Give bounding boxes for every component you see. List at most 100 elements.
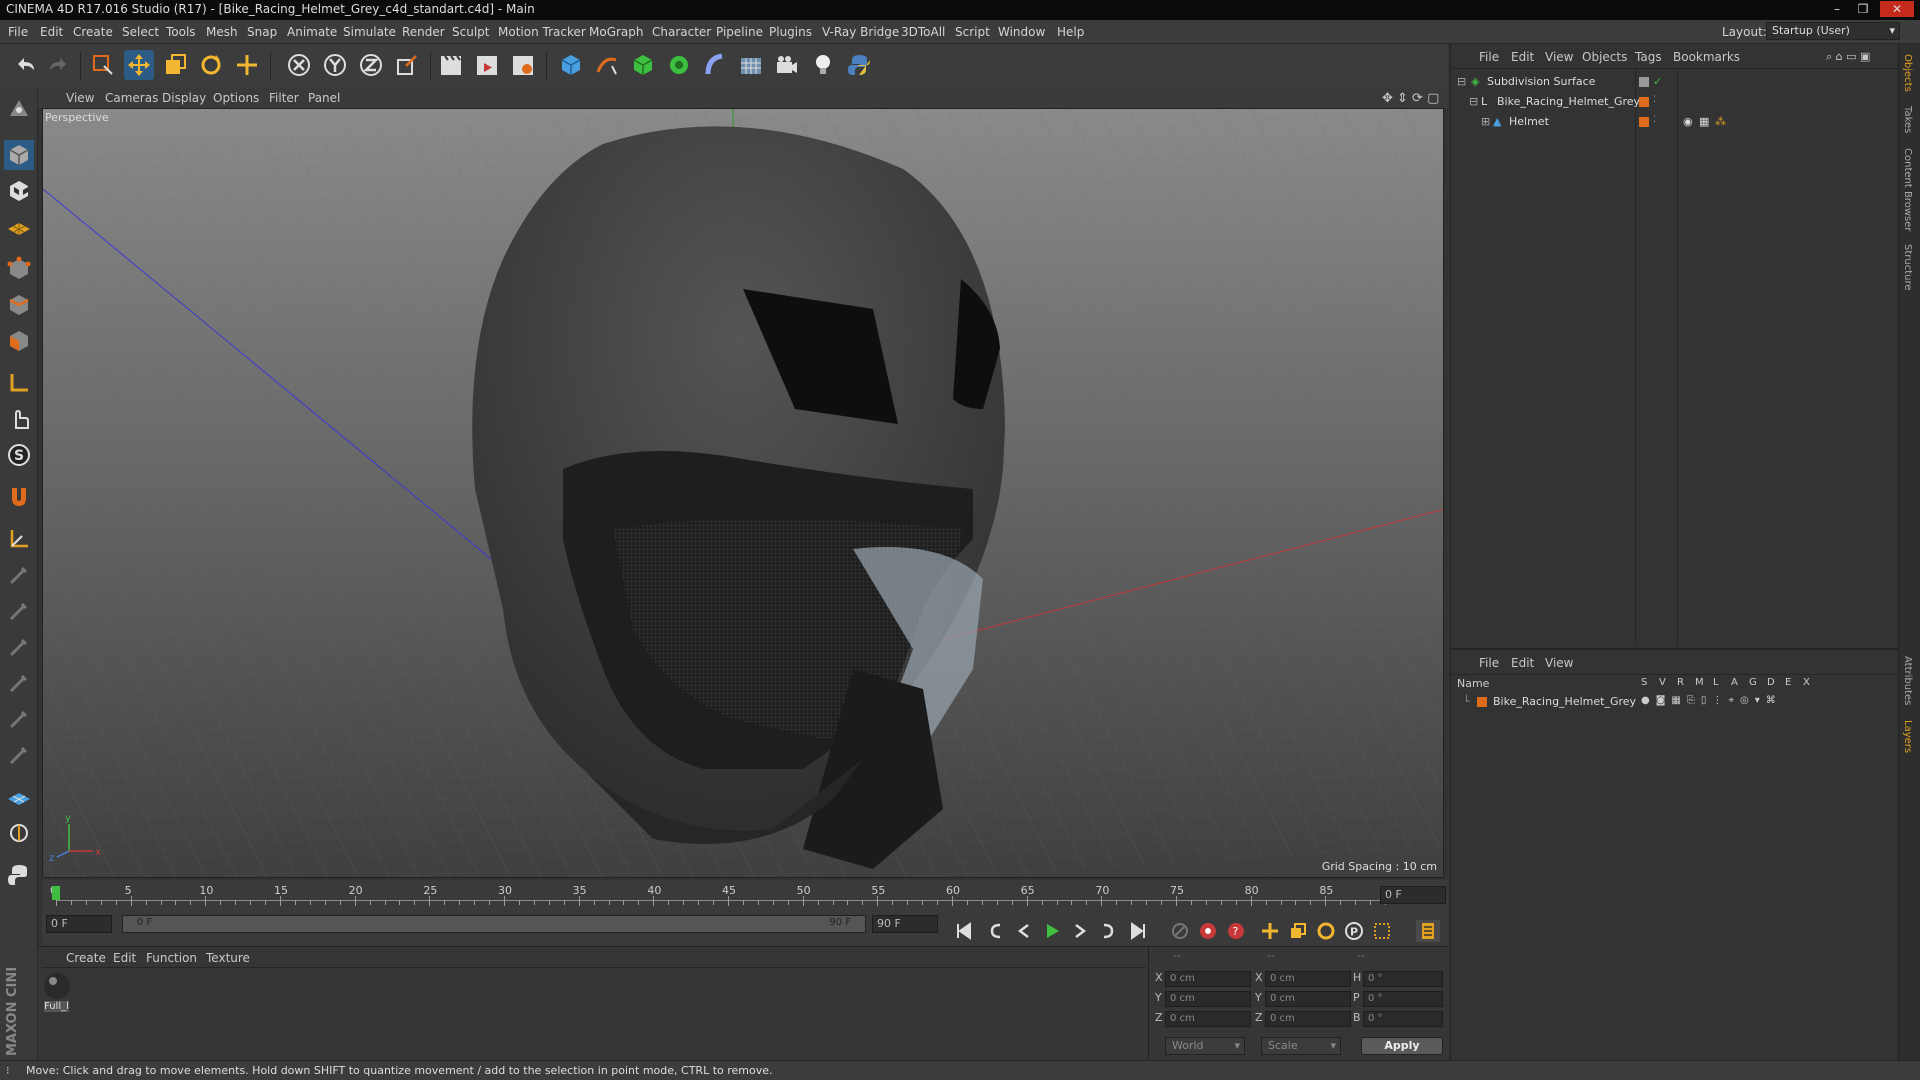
record-selection-button[interactable] [1168,920,1192,942]
object-row-subdivision[interactable]: ⊟ ◈ Subdivision Surface ✓ [1451,72,1899,92]
uvw-tag-icon[interactable]: ▦ [1699,115,1709,128]
apply-button[interactable]: Apply [1361,1037,1443,1055]
layer-column-header[interactable]: L [1713,677,1719,688]
visibility-dots-icon[interactable]: ⁚ [1653,95,1656,105]
current-frame-field[interactable]: 0 F [1380,886,1446,904]
material-menu-texture[interactable]: Texture [206,951,250,965]
visibility-dots-icon[interactable]: ⁚ [1653,115,1656,125]
end-frame-field[interactable]: 90 F [872,915,938,933]
edges-mode-button[interactable] [4,290,34,320]
viewport-menu-display[interactable]: Display [162,91,206,105]
python-script-button[interactable] [4,860,34,890]
layout-dropdown[interactable]: Startup (User) ▾ [1766,22,1900,40]
objects-menu-view[interactable]: View [1545,50,1573,64]
rotate-tool-button[interactable] [196,50,226,80]
live-selection-button[interactable] [88,50,118,80]
axis-mode-button[interactable] [4,368,34,398]
y-axis-button[interactable] [320,50,350,80]
sculpt-brush-1[interactable] [4,560,34,590]
scale-tool-button[interactable] [160,50,190,80]
menu-snap[interactable]: Snap [247,25,277,39]
record-active-button[interactable] [1196,920,1220,942]
autokey-button[interactable]: ? [1224,920,1248,942]
layers-menu-view[interactable]: View [1545,656,1573,670]
menu-create[interactable]: Create [73,25,113,39]
objects-menu-file[interactable]: File [1479,50,1499,64]
keyframe-point-level-button[interactable] [1370,920,1394,942]
position-y-field[interactable]: 0 cm [1165,991,1251,1007]
layer-swatch[interactable] [1639,77,1649,87]
start-frame-field[interactable]: 0 F [46,915,112,933]
layer-column-header[interactable]: V [1659,677,1666,688]
tab-attributes[interactable]: Attributes [1902,656,1913,705]
coordinate-system-button[interactable] [392,50,422,80]
menu-help[interactable]: Help [1057,25,1084,39]
workplane-mode-button[interactable] [4,212,34,242]
viewport-menu-options[interactable]: Options [213,91,259,105]
selection-tag-icon[interactable]: ⁂ [1715,115,1726,128]
tab-content-browser[interactable]: Content Browser [1902,148,1913,231]
3d-viewport[interactable]: y z x Perspective Grid Spacing : 10 cm [42,108,1444,878]
keyframe-rotation-button[interactable] [1314,920,1338,942]
menu-mesh[interactable]: Mesh [206,25,238,39]
keyframe-scale-button[interactable] [1286,920,1310,942]
subdivision-surface-button[interactable] [628,50,658,80]
material-menu-function[interactable]: Function [146,951,197,965]
layers-menu-edit[interactable]: Edit [1511,656,1534,670]
coord-mode-dropdown[interactable]: World ▾ [1165,1037,1245,1055]
position-z-field[interactable]: 0 cm [1165,1011,1251,1027]
size-x-field[interactable]: 0 cm [1265,971,1351,987]
model-mode-button[interactable] [4,140,34,170]
menu-3dtoall[interactable]: 3DToAll [901,25,945,39]
menu-render[interactable]: Render [402,25,445,39]
sculpt-brush-3[interactable] [4,632,34,662]
render-settings-button[interactable] [508,50,538,80]
collapse-icon[interactable]: ⊟ [1457,75,1466,88]
layer-column-header[interactable]: E [1785,677,1791,688]
tab-layers[interactable]: Layers [1902,720,1913,753]
menu-edit[interactable]: Edit [40,25,63,39]
menu-mograph[interactable]: MoGraph [589,25,644,39]
menu-tools[interactable]: Tools [166,25,196,39]
layer-column-header[interactable]: R [1677,677,1684,688]
menu-window[interactable]: Window [998,25,1045,39]
tab-structure[interactable]: Structure [1902,244,1913,291]
move-tool-button[interactable] [124,50,154,80]
menu-plugins[interactable]: Plugins [769,25,812,39]
layers-menu-file[interactable]: File [1479,656,1499,670]
menu-vray-bridge[interactable]: V-Ray Bridge [822,25,899,39]
menu-motion-tracker[interactable]: Motion Tracker [498,25,586,39]
layer-color-swatch[interactable] [1477,697,1487,707]
goto-previous-key-button[interactable] [984,920,1008,942]
material-swatch[interactable]: Full_l [42,971,72,1015]
menu-character[interactable]: Character [652,25,711,39]
points-mode-button[interactable] [4,254,34,284]
checkmark-icon[interactable]: ✓ [1653,75,1662,88]
play-button[interactable] [1040,920,1064,942]
camera-button[interactable] [772,50,802,80]
layer-toggle-icons[interactable]: ●◙▦⎘▯⋮⌖◎▾⌘ [1641,695,1782,706]
object-row-helmet[interactable]: ⊞ ▲ Helmet ⁚ ◉ ▦ ⁂ [1451,112,1899,132]
material-menu-create[interactable]: Create [66,951,106,965]
material-tag-icon[interactable]: ◉ [1683,115,1693,128]
goto-start-button[interactable] [952,920,976,942]
python-button[interactable] [844,50,874,80]
cloner-button[interactable] [664,50,694,80]
viewport-navigation-icons[interactable]: ✥ ⇕ ⟳ ▢ [1382,91,1439,106]
menu-sculpt[interactable]: Sculpt [452,25,489,39]
layer-column-header[interactable]: G [1749,677,1757,688]
size-z-field[interactable]: 0 cm [1265,1011,1351,1027]
goto-end-button[interactable] [1126,920,1150,942]
timeline-playhead[interactable] [52,886,60,900]
make-editable-button[interactable] [4,94,34,124]
workplane-grid-button[interactable] [4,782,34,812]
goto-next-key-button[interactable] [1096,920,1120,942]
floor-button[interactable] [736,50,766,80]
viewport-menu-filter[interactable]: Filter [269,91,299,105]
object-row-helmet-group[interactable]: ⊟ L Bike_Racing_Helmet_Grey ⁚ [1451,92,1899,112]
z-axis-button[interactable] [356,50,386,80]
layer-column-header[interactable]: A [1731,677,1738,688]
objects-menu-bookmarks[interactable]: Bookmarks [1673,50,1740,64]
sculpt-brush-4[interactable] [4,668,34,698]
redo-button[interactable] [44,50,74,80]
